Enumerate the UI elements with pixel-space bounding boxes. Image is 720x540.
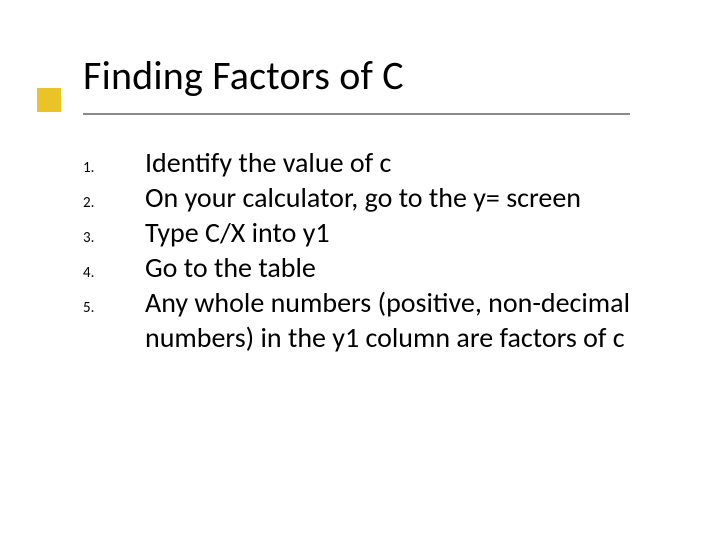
slide-title: Finding Factors of C [83,54,680,98]
list-item: 4. Go to the table [83,250,664,285]
list-item: 2. On your calculator, go to the y= scre… [83,180,664,215]
step-text: Type C/X into y1 [145,215,330,250]
step-text: Any whole numbers (positive, non-decimal… [145,285,664,355]
step-number: 2. [83,182,145,212]
step-number: 5. [83,287,145,317]
step-text: Identify the value of c [145,145,391,180]
title-underline [83,113,630,115]
accent-square-icon [37,88,61,112]
step-text: Go to the table [145,250,316,285]
body: 1. Identify the value of c 2. On your ca… [83,145,664,355]
list-item: 5. Any whole numbers (positive, non-deci… [83,285,664,355]
list-item: 1. Identify the value of c [83,145,664,180]
step-number: 4. [83,252,145,282]
steps-list: 1. Identify the value of c 2. On your ca… [83,145,664,355]
slide: Finding Factors of C 1. Identify the val… [0,0,720,540]
step-number: 1. [83,147,145,177]
list-item: 3. Type C/X into y1 [83,215,664,250]
title-block: Finding Factors of C [83,54,680,104]
step-number: 3. [83,217,145,247]
step-text: On your calculator, go to the y= screen [145,180,581,215]
